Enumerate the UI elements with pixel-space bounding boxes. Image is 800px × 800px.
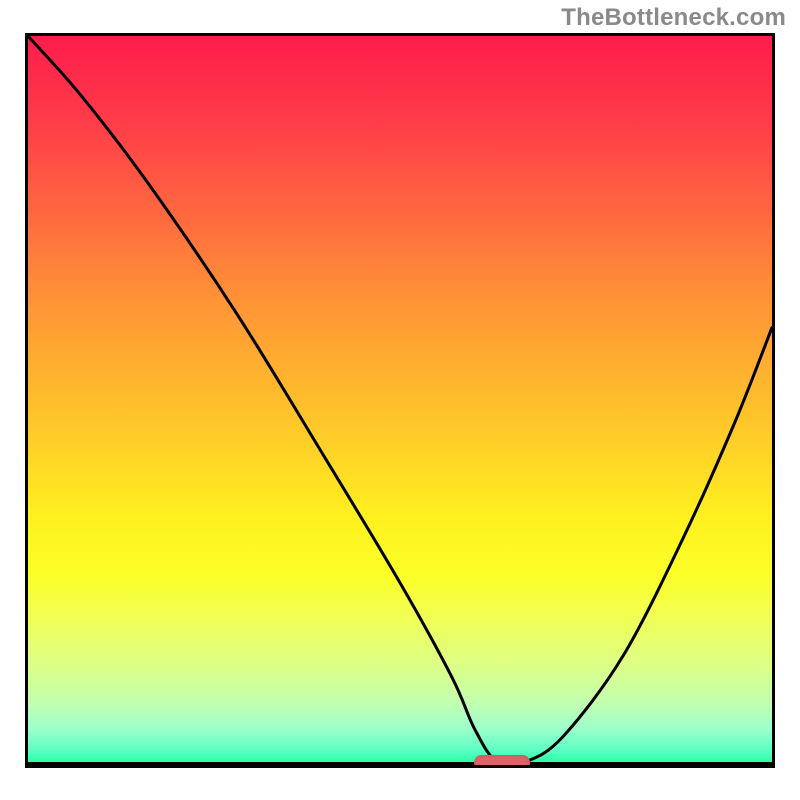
- chart-plot-area: [25, 33, 775, 768]
- optimal-marker: [474, 755, 530, 768]
- x-axis-line: [28, 762, 772, 765]
- chart-curve-svg: [28, 36, 772, 765]
- watermark-text: TheBottleneck.com: [561, 4, 786, 32]
- bottleneck-curve-path: [28, 36, 772, 765]
